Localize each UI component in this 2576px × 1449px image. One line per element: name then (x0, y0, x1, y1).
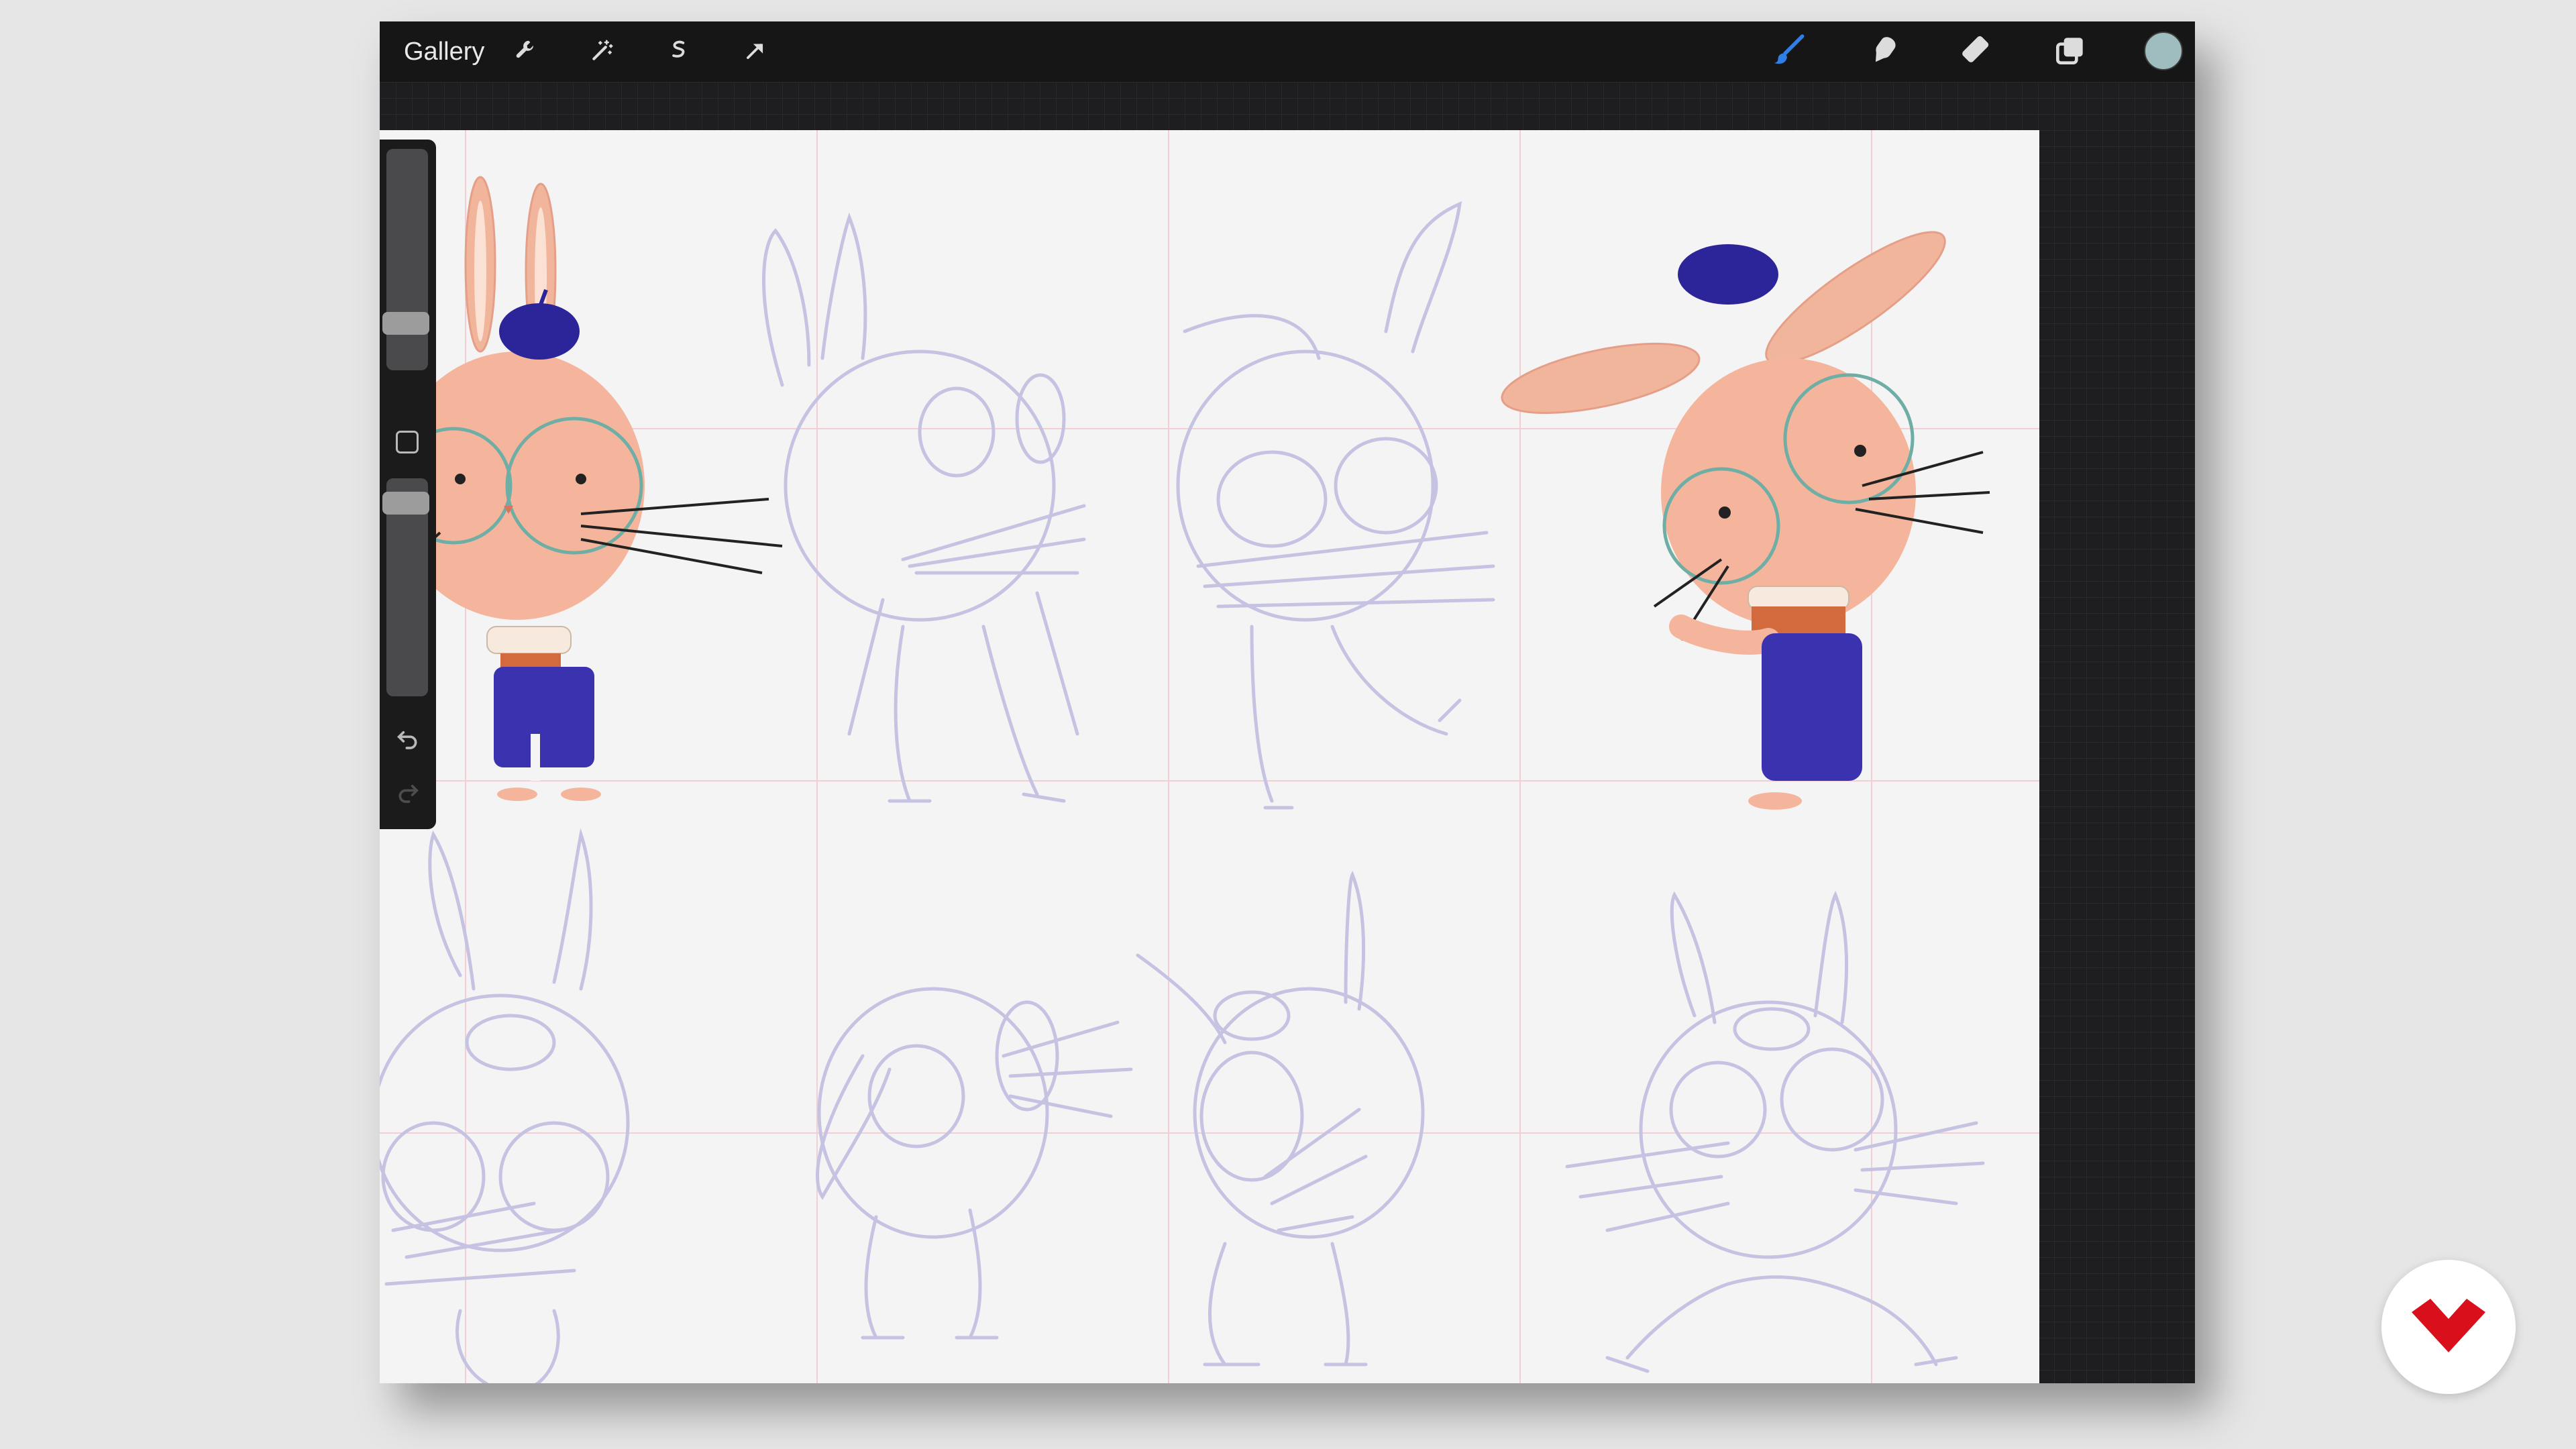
undo-button[interactable] (392, 723, 424, 755)
smudge-icon (1865, 32, 1902, 72)
finished-bunny-waving (1501, 231, 1990, 810)
sketch-bunny-5 (380, 828, 630, 1383)
top-toolbar: Gallery (380, 21, 2195, 82)
wrench-icon (513, 38, 539, 66)
layers-icon (2051, 32, 2089, 72)
brush-tool-button[interactable] (1770, 32, 1810, 72)
brand-logo-icon (2412, 1298, 2485, 1356)
brush-icon (1771, 32, 1809, 72)
brush-size-handle[interactable] (382, 311, 429, 335)
transform-button[interactable] (737, 33, 774, 70)
selection-button[interactable] (660, 33, 698, 70)
finished-bunny-front (380, 176, 783, 801)
color-picker-button[interactable] (2144, 32, 2183, 70)
brand-badge (2381, 1260, 2516, 1394)
smudge-tool-button[interactable] (1864, 32, 1904, 72)
eraser-icon (1959, 32, 1996, 72)
opacity-handle[interactable] (382, 492, 429, 515)
redo-button[interactable] (392, 777, 424, 809)
modify-square-icon[interactable] (396, 431, 419, 453)
actions-button[interactable] (507, 33, 545, 70)
sketch-bunny-2 (762, 212, 1086, 803)
redo-icon (394, 778, 421, 808)
brush-size-slider[interactable] (386, 149, 428, 370)
workspace (380, 82, 2195, 1383)
sketch-bunny-7 (1136, 870, 1425, 1366)
sketch-bunny-6 (816, 987, 1133, 1340)
procreate-window: Gallery (380, 21, 2195, 1383)
artwork (380, 130, 2039, 1383)
drawing-canvas[interactable] (380, 130, 2039, 1383)
adjustments-button[interactable] (584, 33, 621, 70)
selection-icon (666, 38, 692, 66)
move-arrow-icon (743, 38, 768, 66)
sketch-bunny-3 (1176, 201, 1495, 810)
eraser-tool-button[interactable] (1957, 32, 1998, 72)
left-sidebar (380, 140, 436, 829)
gallery-button[interactable]: Gallery (404, 21, 484, 82)
undo-icon (394, 724, 421, 755)
magic-wand-icon (590, 38, 615, 66)
layers-button[interactable] (2050, 32, 2090, 72)
